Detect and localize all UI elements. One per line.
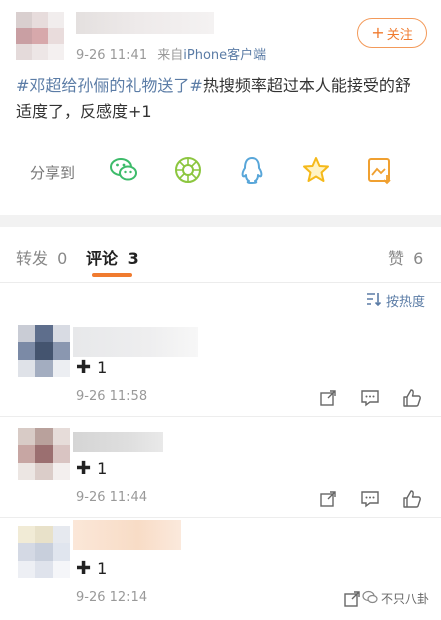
tab-like[interactable]: 赞 6 bbox=[388, 245, 423, 269]
tab-repost[interactable]: 转发 0 bbox=[16, 245, 67, 269]
comment-text: ✚ 1 bbox=[76, 558, 107, 579]
sort-button[interactable]: 按热度 bbox=[366, 291, 425, 310]
comment-content: 1 bbox=[97, 459, 108, 478]
tab-comment-count: 3 bbox=[127, 249, 139, 268]
plus-icon: ✚ bbox=[76, 357, 92, 378]
tab-comment[interactable]: 评论 3 bbox=[86, 245, 139, 269]
qq-icon[interactable] bbox=[236, 154, 268, 186]
repost-icon[interactable] bbox=[341, 588, 363, 610]
moments-icon[interactable] bbox=[172, 154, 204, 186]
wechat-icon[interactable] bbox=[108, 154, 140, 186]
avatar[interactable] bbox=[18, 428, 70, 480]
avatar[interactable] bbox=[18, 325, 70, 377]
repost-icon[interactable] bbox=[317, 488, 339, 510]
post-source[interactable]: iPhone客户端 bbox=[183, 48, 266, 63]
sort-label: 按热度 bbox=[385, 295, 425, 310]
avatar[interactable] bbox=[16, 12, 64, 60]
tab-repost-count: 0 bbox=[57, 249, 68, 268]
follow-label: 关注 bbox=[386, 27, 413, 43]
tab-comment-label: 评论 bbox=[86, 249, 119, 268]
comment-actions bbox=[341, 588, 363, 610]
tab-repost-label: 转发 bbox=[16, 249, 49, 268]
username-blurred[interactable] bbox=[73, 432, 163, 452]
follow-button[interactable]: + 关注 bbox=[357, 18, 427, 48]
username-blurred[interactable] bbox=[76, 12, 214, 34]
avatar[interactable] bbox=[18, 526, 70, 578]
comment-text: ✚ 1 bbox=[76, 357, 107, 378]
sort-icon bbox=[366, 292, 382, 310]
active-tab-indicator bbox=[92, 273, 132, 277]
comment-content: 1 bbox=[97, 559, 108, 578]
plus-icon: ✚ bbox=[76, 458, 92, 479]
topic-link[interactable]: #邓超给孙俪的礼物送了# bbox=[16, 76, 203, 95]
sort-row: 按热度 bbox=[0, 283, 441, 313]
watermark: 不只八卦 bbox=[362, 590, 429, 607]
comment-actions bbox=[317, 387, 423, 409]
reply-icon[interactable] bbox=[359, 387, 381, 409]
post-meta: 9-26 11:41 来自iPhone客户端 bbox=[76, 44, 266, 63]
like-icon[interactable] bbox=[401, 488, 423, 510]
section-divider bbox=[0, 215, 441, 227]
post-time: 9-26 11:41 bbox=[76, 48, 148, 63]
interaction-tabs: 转发 0 评论 3 赞 6 bbox=[0, 227, 441, 283]
source-prefix: 来自 bbox=[157, 48, 184, 63]
share-label: 分享到 bbox=[30, 164, 76, 182]
comment-content: 1 bbox=[97, 358, 108, 377]
share-row: 分享到 bbox=[0, 150, 441, 192]
like-icon[interactable] bbox=[401, 387, 423, 409]
comment-time: 9-26 12:14 bbox=[76, 590, 148, 605]
comment-time: 9-26 11:58 bbox=[76, 389, 148, 404]
repost-icon[interactable] bbox=[317, 387, 339, 409]
reply-icon[interactable] bbox=[359, 488, 381, 510]
username-blurred[interactable] bbox=[73, 520, 181, 550]
comment-time: 9-26 11:44 bbox=[76, 490, 148, 505]
weibo-post: 9-26 11:41 来自iPhone客户端 + 关注 #邓超给孙俪的礼物送了#… bbox=[0, 0, 441, 215]
favorite-star-icon[interactable] bbox=[300, 154, 332, 186]
comment-actions bbox=[317, 488, 423, 510]
save-image-icon[interactable] bbox=[364, 154, 396, 186]
plus-icon: ✚ bbox=[76, 558, 92, 579]
watermark-label: 不只八卦 bbox=[380, 592, 429, 606]
comment-item: ✚ 1 9-26 11:44 bbox=[0, 418, 441, 518]
wechat-official-icon bbox=[362, 590, 378, 607]
comment-item: ✚ 1 9-26 11:58 bbox=[0, 317, 441, 417]
tab-like-label: 赞 bbox=[388, 249, 405, 268]
tab-like-count: 6 bbox=[413, 249, 424, 268]
comment-text: ✚ 1 bbox=[76, 458, 107, 479]
username-blurred[interactable] bbox=[73, 327, 198, 357]
plus-icon: + bbox=[371, 23, 385, 42]
post-text: #邓超给孙俪的礼物送了#热搜频率超过本人能接受的舒适度了，反感度+1 bbox=[16, 73, 426, 125]
